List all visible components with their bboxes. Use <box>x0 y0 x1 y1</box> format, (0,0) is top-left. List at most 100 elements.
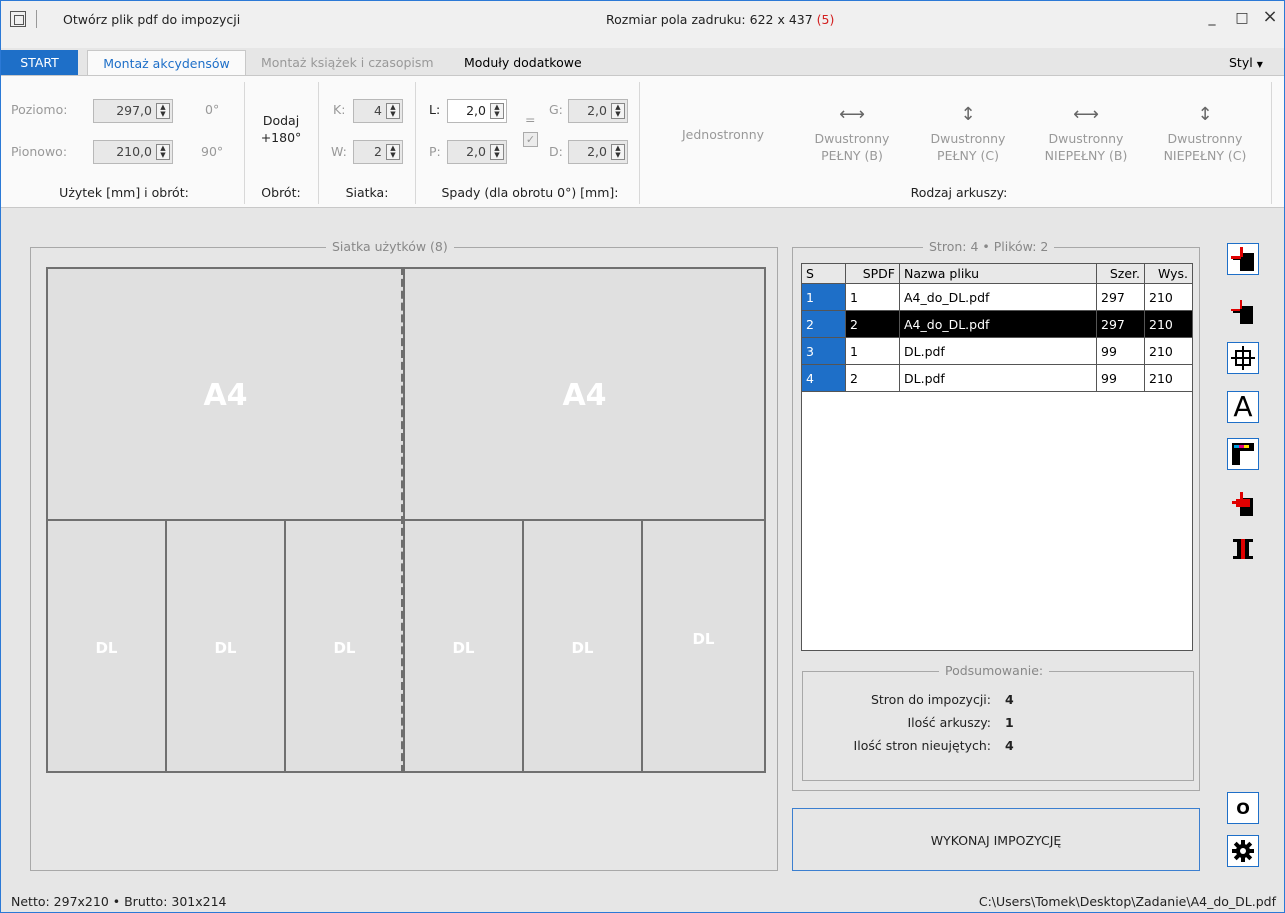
group-label-grid: Siatka: <box>345 185 389 200</box>
rotate-90-option[interactable]: 90° <box>201 144 223 159</box>
duplex-partial-c-button[interactable]: ↕ Dwustronny NIEPEŁNY (C) <box>1147 100 1263 164</box>
style-menu[interactable]: Styl ▼ <box>1229 50 1263 75</box>
minimize-button[interactable]: _ <box>1200 10 1224 26</box>
bleed-bottom-value: 2,0 <box>587 144 607 159</box>
column-header[interactable]: S <box>801 263 846 284</box>
text-label-icon[interactable]: A <box>1227 391 1259 423</box>
spinner-icon[interactable]: ▲ ▼ <box>611 144 625 160</box>
bleed-mark-icon[interactable] <box>1227 489 1259 521</box>
vertical-label: Pionowo: <box>11 144 68 159</box>
table-cell: 1 <box>845 283 900 311</box>
spinner-icon[interactable]: ▲ ▼ <box>156 144 170 160</box>
duplex-partial-b-line1: Dwustronny <box>1048 131 1124 146</box>
bleed-top-label: G: <box>549 102 563 117</box>
summary-sheets-value: 1 <box>1005 715 1014 730</box>
summary-pages-label: Stron do impozycji: <box>870 692 991 707</box>
duplex-full-c-button[interactable]: ↕ Dwustronny PEŁNY (C) <box>913 100 1023 164</box>
horizontal-arrow-icon: ⟷ <box>1073 104 1099 125</box>
tab-moduly-dodatkowe[interactable]: Moduły dodatkowe <box>454 50 592 75</box>
column-header[interactable]: Wys. <box>1144 263 1193 284</box>
spinner-icon[interactable]: ▲ ▼ <box>611 103 625 119</box>
grid-cell-dl[interactable]: DL <box>46 519 167 773</box>
table-cell: 2 <box>845 364 900 392</box>
summary-pages-value: 4 <box>1005 692 1014 707</box>
summary-sheets-label: Ilość arkuszy: <box>907 715 991 730</box>
column-header[interactable]: Szer. <box>1096 263 1145 284</box>
bleed-right-label: P: <box>429 144 441 159</box>
grid-cell-dl[interactable]: DL <box>641 519 766 773</box>
bleed-link-checkbox[interactable]: ✓ <box>523 132 538 147</box>
spine-icon[interactable] <box>1227 534 1259 566</box>
table-row[interactable]: 4 2 DL.pdf 99 210 <box>801 364 1193 392</box>
horizontal-size-input[interactable]: 297,0 ▲ ▼ <box>93 99 173 123</box>
grid-cell-a4[interactable]: A4 <box>403 267 766 521</box>
column-header[interactable]: SPDF <box>845 263 900 284</box>
duplex-full-c-line2: PEŁNY (C) <box>937 148 999 163</box>
vertical-arrow-icon: ↕ <box>1197 104 1213 125</box>
crop-marks-red-icon[interactable] <box>1227 243 1259 275</box>
table-cell: 99 <box>1096 337 1145 365</box>
group-separator <box>318 82 319 204</box>
grid-cell-a4[interactable]: A4 <box>46 267 405 521</box>
group-label-bleed: Spady (dla obrotu 0°) [mm]: <box>441 185 619 200</box>
spinner-icon[interactable]: ▲ ▼ <box>156 103 170 119</box>
column-header[interactable]: Nazwa pliku <box>899 263 1097 284</box>
vertical-size-input[interactable]: 210,0 ▲ ▼ <box>93 140 173 164</box>
execute-imposition-button[interactable]: WYKONAJ IMPOZYCJĘ <box>792 808 1200 871</box>
print-area-text: Rozmiar pola zadruku: 622 x 437 <box>606 12 813 27</box>
rotate-180-line1: Dodaj <box>262 113 300 128</box>
app-icon[interactable] <box>10 11 26 27</box>
rotate-180-button[interactable]: Dodaj +180° <box>259 112 303 146</box>
table-row[interactable]: 3 1 DL.pdf 99 210 <box>801 337 1193 365</box>
grid-cell-dl[interactable]: DL <box>165 519 286 773</box>
columns-label: K: <box>333 102 346 117</box>
duplex-full-b-button[interactable]: ⟷ Dwustronny PEŁNY (B) <box>797 100 907 164</box>
gear-icon[interactable] <box>1227 835 1259 867</box>
tab-montaz-akcydensow[interactable]: Montaż akcydensów <box>87 50 246 76</box>
table-cell: 1 <box>845 337 900 365</box>
table-cell: 297 <box>1096 283 1145 311</box>
table-cell: 4 <box>801 364 846 392</box>
grid-cell-dl[interactable]: DL <box>522 519 643 773</box>
maximize-button[interactable]: □ <box>1230 10 1254 26</box>
registration-mark-icon[interactable] <box>1227 342 1259 374</box>
spinner-icon[interactable]: ▲ ▼ <box>490 103 504 119</box>
open-pdf-link[interactable]: Otwórz plik pdf do impozycji <box>63 12 240 27</box>
columns-input[interactable]: 4 ▲ ▼ <box>353 99 403 123</box>
tab-start[interactable]: START <box>1 50 78 75</box>
sheet-fold-line <box>401 267 405 773</box>
bleed-top-input[interactable]: 2,0 ▲ ▼ <box>568 99 628 123</box>
group-separator <box>1271 82 1272 204</box>
rows-label: W: <box>331 144 347 159</box>
close-button[interactable]: × <box>1258 6 1282 27</box>
bleed-left-input[interactable]: 2,0 ▲ ▼ <box>447 99 507 123</box>
spinner-icon[interactable]: ▲ ▼ <box>490 144 504 160</box>
horizontal-arrow-icon: ⟷ <box>839 104 865 125</box>
o-button[interactable]: O <box>1227 792 1259 824</box>
color-bar-icon[interactable] <box>1227 438 1259 470</box>
table-row-selected[interactable]: 2 2 A4_do_DL.pdf 297 210 <box>801 310 1193 338</box>
table-row[interactable]: 1 1 A4_do_DL.pdf 297 210 <box>801 283 1193 311</box>
duplex-full-b-line2: PEŁNY (B) <box>821 148 883 163</box>
rotate-0-option[interactable]: 0° <box>205 102 219 117</box>
tab-montaz-ksiazek[interactable]: Montaż książek i czasopism <box>251 50 444 75</box>
chevron-down-icon: ▼ <box>1256 60 1263 69</box>
spinner-icon[interactable]: ▲ ▼ <box>386 103 400 119</box>
crop-marks-red-svg <box>1231 247 1254 271</box>
group-separator <box>415 82 416 204</box>
one-sided-button[interactable]: Jednostronny <box>667 126 779 143</box>
group-label-sheet-type: Rodzaj arkuszy: <box>910 185 1008 200</box>
crop-marks-icon[interactable] <box>1227 297 1259 329</box>
pages-panel-title: Stron: 4 • Plików: 2 <box>923 239 1055 254</box>
rows-input[interactable]: 2 ▲ ▼ <box>353 140 403 164</box>
horizontal-size-value: 297,0 <box>116 103 152 118</box>
status-dimensions: Netto: 297x210 • Brutto: 301x214 <box>11 894 227 909</box>
horizontal-label: Poziomo: <box>11 102 68 117</box>
grid-cell-dl[interactable]: DL <box>403 519 524 773</box>
grid-cell-dl[interactable]: DL <box>284 519 405 773</box>
bleed-bottom-input[interactable]: 2,0 ▲ ▼ <box>568 140 628 164</box>
bleed-right-input[interactable]: 2,0 ▲ ▼ <box>447 140 507 164</box>
duplex-partial-b-button[interactable]: ⟷ Dwustronny NIEPEŁNY (B) <box>1031 100 1141 164</box>
spinner-icon[interactable]: ▲ ▼ <box>386 144 400 160</box>
table-cell: 210 <box>1144 364 1193 392</box>
